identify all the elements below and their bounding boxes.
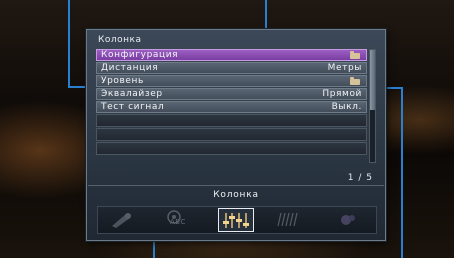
list-item-label: Эквалайзер <box>101 89 163 99</box>
list-item-equalizer[interactable]: Эквалайзер Прямой <box>96 88 367 100</box>
panel-title: Колонка <box>98 35 142 45</box>
callout-line-right <box>401 87 403 258</box>
list-item-empty <box>96 114 367 127</box>
settings-list: Конфигурация Дистанция Метры Уровень Экв… <box>96 49 367 156</box>
input-icon[interactable] <box>104 208 140 232</box>
list-item-configuration[interactable]: Конфигурация <box>96 49 367 61</box>
scrollbar-thumb[interactable] <box>370 50 375 110</box>
list-item-label: Тест сигнал <box>101 102 165 112</box>
function-icon[interactable] <box>330 208 366 232</box>
callout-line-left <box>68 0 70 87</box>
display-bars-icon[interactable] <box>270 208 306 232</box>
abc-text: ABC <box>170 218 186 226</box>
speaker-settings-panel: Колонка Конфигурация Дистанция Метры Уро… <box>86 29 386 241</box>
page-indicator: 1 / 5 <box>347 173 373 183</box>
speaker-equalizer-icon[interactable] <box>218 208 254 232</box>
list-item-label: Уровень <box>101 76 144 86</box>
menu-icon-bar: ABC <box>97 206 377 234</box>
list-item-value: Выкл. <box>331 102 362 112</box>
list-item-label: Конфигурация <box>101 50 179 60</box>
sound-program-abc-icon[interactable]: ABC <box>156 208 192 232</box>
list-item-level[interactable]: Уровень <box>96 75 367 87</box>
category-label: Колонка <box>213 190 259 200</box>
folder-icon <box>350 51 360 59</box>
list-item-test-signal[interactable]: Тест сигнал Выкл. <box>96 101 367 113</box>
list-item-distance[interactable]: Дистанция Метры <box>96 62 367 74</box>
list-item-label: Дистанция <box>101 63 159 73</box>
list-item-value: Метры <box>327 63 362 73</box>
list-item-empty <box>96 128 367 141</box>
list-item-value: Прямой <box>322 89 362 99</box>
scrollbar[interactable] <box>369 49 376 163</box>
divider <box>88 185 384 186</box>
folder-icon <box>350 77 360 85</box>
list-item-empty <box>96 142 367 155</box>
